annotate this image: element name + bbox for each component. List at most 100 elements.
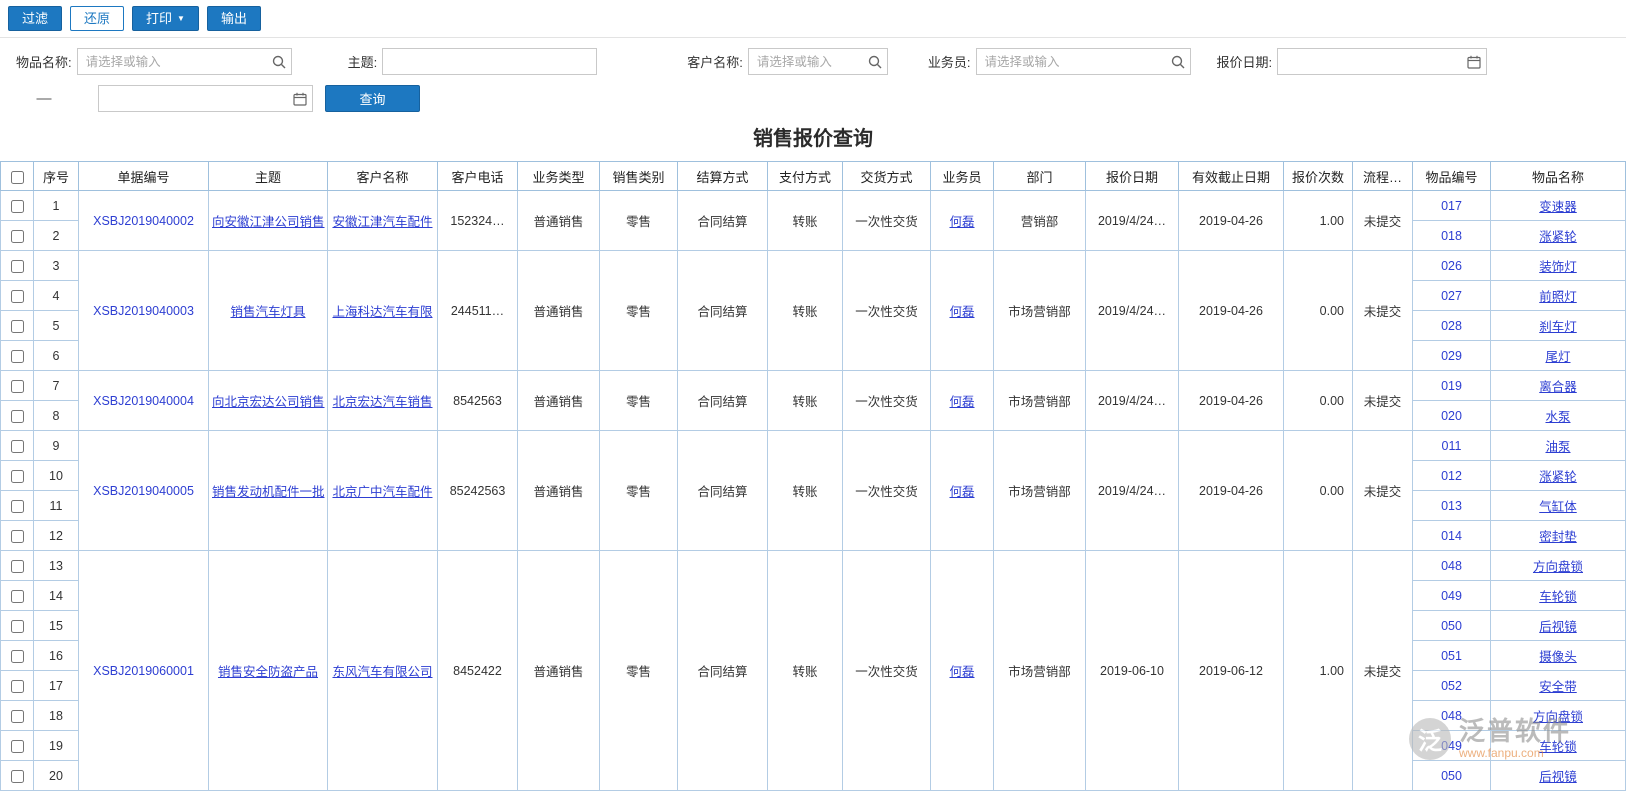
item-name-cell-link[interactable]: 前照灯 xyxy=(1539,290,1577,304)
salesman-cell-link[interactable]: 何磊 xyxy=(949,665,974,679)
row-checkbox[interactable] xyxy=(10,259,24,273)
row-checkbox[interactable] xyxy=(10,619,24,633)
item-name-cell-link[interactable]: 刹车灯 xyxy=(1539,320,1577,334)
item-code-cell-link[interactable]: 012 xyxy=(1441,469,1462,483)
subject-cell-link[interactable]: 销售汽车灯具 xyxy=(230,305,305,319)
salesman-cell-link[interactable]: 何磊 xyxy=(949,305,974,319)
item-name-cell-link[interactable]: 涨紧轮 xyxy=(1539,230,1577,244)
quote-date-end-input[interactable] xyxy=(98,85,313,112)
row-checkbox[interactable] xyxy=(10,349,24,363)
item-name-cell-link[interactable]: 摄像头 xyxy=(1539,650,1577,664)
customer-cell-link[interactable]: 东风汽车有限公司 xyxy=(332,665,432,679)
customer-cell-link[interactable]: 北京广中汽车配件 xyxy=(332,485,432,499)
item-name-cell-link[interactable]: 密封垫 xyxy=(1539,530,1577,544)
subject-cell-link[interactable]: 向安徽江津公司销售 xyxy=(212,215,325,229)
doc-no-cell-link[interactable]: XSBJ2019040005 xyxy=(93,484,194,498)
row-checkbox[interactable] xyxy=(10,229,24,243)
subject-cell-link[interactable]: 销售安全防盗产品 xyxy=(218,665,318,679)
item-code-cell-link[interactable]: 019 xyxy=(1441,379,1462,393)
date-range-separator: — xyxy=(36,90,52,107)
customer-cell-link[interactable]: 上海科达汽车有限 xyxy=(332,305,432,319)
print-button[interactable]: 打印 ▼ xyxy=(132,6,199,31)
row-checkbox[interactable] xyxy=(10,529,24,543)
item-code-cell-link[interactable]: 018 xyxy=(1441,229,1462,243)
doc-no-cell-link[interactable]: XSBJ2019040004 xyxy=(93,394,194,408)
item-code-cell-link[interactable]: 013 xyxy=(1441,499,1462,513)
row-checkbox[interactable] xyxy=(10,469,24,483)
customer-cell-link[interactable]: 安徽江津汽车配件 xyxy=(332,215,432,229)
item-name-cell-link[interactable]: 油泵 xyxy=(1545,440,1570,454)
item-code-cell-link[interactable]: 028 xyxy=(1441,319,1462,333)
search-icon[interactable] xyxy=(272,55,286,69)
calendar-icon[interactable] xyxy=(293,92,307,106)
doc-no-cell-link[interactable]: XSBJ2019040002 xyxy=(93,214,194,228)
row-checkbox[interactable] xyxy=(10,499,24,513)
quote-date-start-input[interactable] xyxy=(1277,48,1488,75)
item-name-cell-link[interactable]: 装饰灯 xyxy=(1539,260,1577,274)
salesman-cell-link[interactable]: 何磊 xyxy=(949,485,974,499)
doc-no-cell-link[interactable]: XSBJ2019060001 xyxy=(93,664,194,678)
item-name-cell-link[interactable]: 方向盘锁 xyxy=(1533,710,1583,724)
item-name-cell-link[interactable]: 水泵 xyxy=(1545,410,1570,424)
item-code-cell-link[interactable]: 050 xyxy=(1441,619,1462,633)
subject-input[interactable] xyxy=(382,48,598,75)
sales-category-cell: 零售 xyxy=(599,370,678,431)
row-checkbox[interactable] xyxy=(10,709,24,723)
item-code-cell-link[interactable]: 049 xyxy=(1441,739,1462,753)
customer-cell-link[interactable]: 北京宏达汽车销售 xyxy=(332,395,432,409)
item-code-cell-link[interactable]: 051 xyxy=(1441,649,1462,663)
item-name-cell: 密封垫 xyxy=(1490,520,1626,551)
item-name-cell-link[interactable]: 后视镜 xyxy=(1539,770,1577,784)
item-code-cell-link[interactable]: 026 xyxy=(1441,259,1462,273)
row-checkbox[interactable] xyxy=(10,739,24,753)
search-icon[interactable] xyxy=(868,55,882,69)
row-checkbox[interactable] xyxy=(10,679,24,693)
item-name-cell-link[interactable]: 变速器 xyxy=(1539,200,1577,214)
item-code-cell-link[interactable]: 020 xyxy=(1441,409,1462,423)
seq-cell: 7 xyxy=(33,370,79,401)
row-checkbox[interactable] xyxy=(10,409,24,423)
subject-cell-link[interactable]: 向北京宏达公司销售 xyxy=(212,395,325,409)
salesman-input[interactable] xyxy=(975,48,1191,75)
item-code-cell-link[interactable]: 017 xyxy=(1441,199,1462,213)
row-checkbox[interactable] xyxy=(10,289,24,303)
item-code-cell-link[interactable]: 052 xyxy=(1441,679,1462,693)
item-name-cell-link[interactable]: 后视镜 xyxy=(1539,620,1577,634)
customer-input[interactable] xyxy=(747,48,888,75)
row-checkbox[interactable] xyxy=(10,379,24,393)
row-checkbox[interactable] xyxy=(10,589,24,603)
item-name-cell-link[interactable]: 安全带 xyxy=(1539,680,1577,694)
item-name-cell-link[interactable]: 方向盘锁 xyxy=(1533,560,1583,574)
subject-cell-link[interactable]: 销售发动机配件一批 xyxy=(212,485,325,499)
item-code-cell-link[interactable]: 027 xyxy=(1441,289,1462,303)
search-button[interactable]: 查询 xyxy=(325,85,420,112)
export-button[interactable]: 输出 xyxy=(206,6,261,31)
salesman-cell-link[interactable]: 何磊 xyxy=(949,395,974,409)
row-checkbox[interactable] xyxy=(10,439,24,453)
row-checkbox[interactable] xyxy=(10,319,24,333)
filter-button[interactable]: 过滤 xyxy=(8,6,63,31)
doc-no-cell-link[interactable]: XSBJ2019040003 xyxy=(93,304,194,318)
restore-button[interactable]: 还原 xyxy=(70,6,125,31)
item-code-cell-link[interactable]: 050 xyxy=(1441,769,1462,783)
item-code-cell-link[interactable]: 014 xyxy=(1441,529,1462,543)
item-name-cell-link[interactable]: 气缸体 xyxy=(1539,500,1577,514)
row-checkbox[interactable] xyxy=(10,649,24,663)
item-code-cell-link[interactable]: 048 xyxy=(1441,709,1462,723)
item-code-cell-link[interactable]: 011 xyxy=(1442,439,1462,453)
item-name-cell-link[interactable]: 涨紧轮 xyxy=(1539,470,1577,484)
row-checkbox[interactable] xyxy=(10,559,24,573)
item-code-cell-link[interactable]: 029 xyxy=(1441,349,1462,363)
item-code-cell-link[interactable]: 049 xyxy=(1441,589,1462,603)
salesman-cell-link[interactable]: 何磊 xyxy=(949,215,974,229)
row-checkbox[interactable] xyxy=(10,199,24,213)
item-name-cell-link[interactable]: 尾灯 xyxy=(1545,350,1570,364)
item-name-input[interactable] xyxy=(76,48,292,75)
item-code-cell-link[interactable]: 048 xyxy=(1441,559,1462,573)
select-all-checkbox[interactable] xyxy=(10,170,24,184)
item-name-cell-link[interactable]: 车轮锁 xyxy=(1539,740,1577,754)
item-name-cell-link[interactable]: 车轮锁 xyxy=(1539,590,1577,604)
search-icon[interactable] xyxy=(1171,55,1185,69)
item-name-cell-link[interactable]: 离合器 xyxy=(1539,380,1577,394)
calendar-icon[interactable] xyxy=(1467,55,1481,69)
